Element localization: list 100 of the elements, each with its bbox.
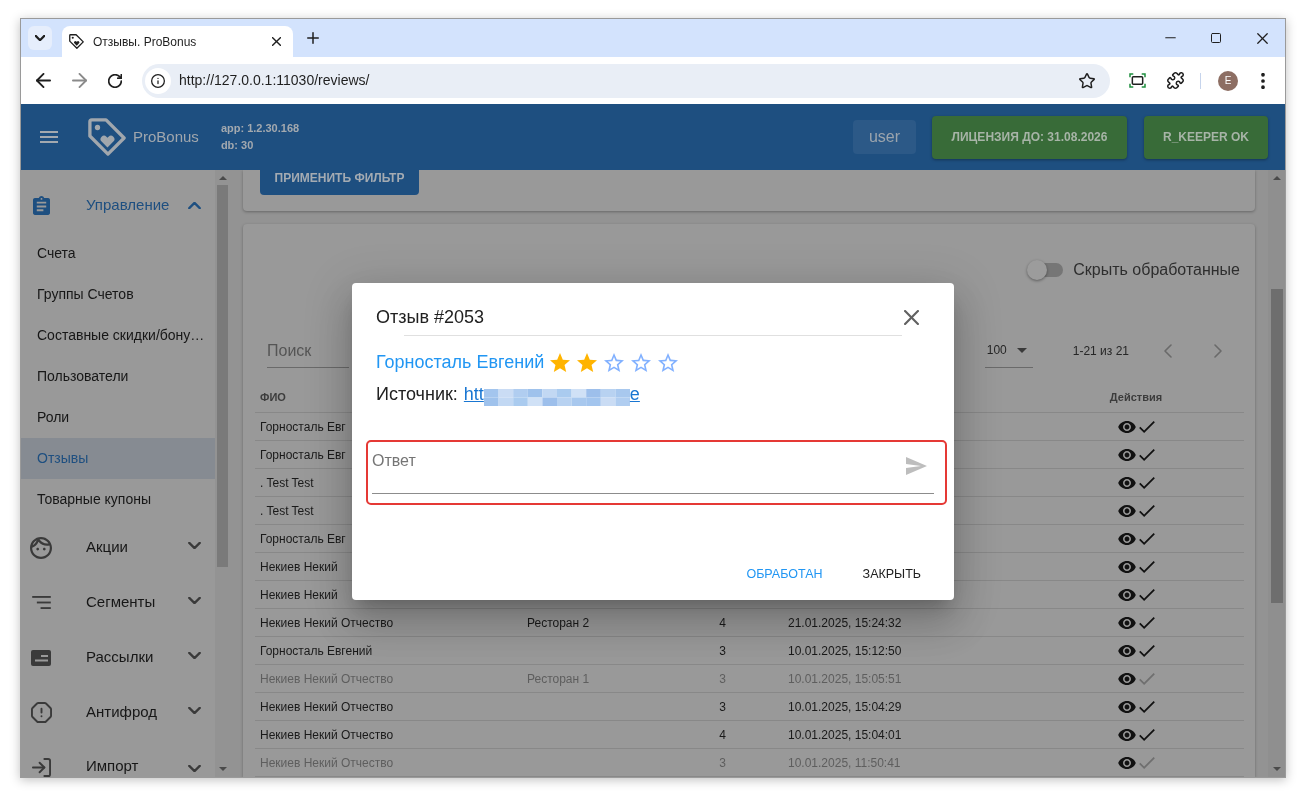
sidebar-item[interactable]: Роли bbox=[21, 397, 215, 438]
table-cell-text: Ресторан 1 bbox=[527, 670, 590, 688]
eye-icon[interactable] bbox=[1117, 700, 1136, 713]
bookmark-star-icon[interactable] bbox=[1079, 72, 1095, 89]
close-button[interactable]: ЗАКРЫТЬ bbox=[846, 556, 937, 592]
eye-icon[interactable] bbox=[1117, 532, 1136, 545]
menu-icon[interactable] bbox=[40, 131, 58, 143]
caret-down-icon bbox=[1016, 347, 1027, 353]
eye-icon[interactable] bbox=[1117, 560, 1136, 573]
sidebar-item[interactable]: Счета bbox=[21, 233, 215, 274]
eye-icon[interactable] bbox=[1117, 644, 1136, 657]
answer-field[interactable]: Ответ bbox=[372, 446, 934, 494]
maximize-icon[interactable] bbox=[1211, 33, 1221, 43]
tag-heart-icon bbox=[69, 34, 84, 49]
scroll-down-icon[interactable] bbox=[218, 767, 227, 771]
table-cell-text: . Test Test bbox=[260, 474, 314, 492]
puzzle-piece-icon[interactable] bbox=[1167, 72, 1184, 89]
sidebar-item[interactable]: Антифрод bbox=[21, 685, 215, 740]
minimize-icon[interactable] bbox=[1164, 37, 1176, 39]
star-icon bbox=[550, 352, 571, 372]
scroll-up-icon[interactable] bbox=[1272, 176, 1281, 180]
close-icon[interactable] bbox=[1256, 32, 1268, 44]
eye-icon[interactable] bbox=[1117, 756, 1136, 769]
table-cell-text: 3 bbox=[719, 698, 726, 716]
eye-icon[interactable] bbox=[1117, 616, 1136, 629]
reload-icon[interactable] bbox=[108, 73, 122, 88]
table-cell-text: 10.01.2025, 15:04:01 bbox=[788, 726, 902, 744]
table-cell-text: 10.01.2025, 15:12:50 bbox=[788, 642, 902, 660]
checkmark-icon[interactable] bbox=[1138, 616, 1155, 629]
chevron-down-icon bbox=[188, 596, 201, 604]
sidebar-item[interactable]: Сегменты bbox=[21, 575, 215, 630]
sidebar-item[interactable]: Товарные купоны bbox=[21, 479, 215, 520]
table-cell-text: Ресторан 2 bbox=[527, 614, 590, 632]
checkmark-icon[interactable] bbox=[1138, 756, 1155, 769]
checkmark-icon[interactable] bbox=[1138, 588, 1155, 601]
brand-name: ProBonus bbox=[133, 126, 199, 147]
table-cell-text: 3 bbox=[719, 670, 726, 688]
scroll-down-icon[interactable] bbox=[1272, 767, 1281, 771]
sidebar-item[interactable]: Рассылки bbox=[21, 630, 215, 685]
plus-icon[interactable] bbox=[307, 32, 319, 44]
sidebar-item[interactable]: Пользователи bbox=[21, 356, 215, 397]
profile-avatar[interactable]: E bbox=[1218, 70, 1238, 91]
info-icon[interactable] bbox=[145, 67, 171, 94]
table-cell-text: Горносталь Евг bbox=[260, 418, 346, 436]
dialog-title: Отзыв #2053 bbox=[376, 307, 485, 327]
sidebar-item[interactable]: Группы Счетов bbox=[21, 274, 215, 315]
eye-icon[interactable] bbox=[1117, 476, 1136, 489]
source-link[interactable]: htt e bbox=[463, 380, 640, 408]
address-bar[interactable]: http://127.0.0.1:11030/reviews/ bbox=[142, 63, 1110, 98]
table-cell-text: 10.01.2025, 11:50:41 bbox=[788, 754, 901, 772]
table-cell-text: 3 bbox=[719, 642, 726, 660]
checkmark-icon[interactable] bbox=[1138, 700, 1155, 713]
sidebar-item[interactable]: Составные скидки/бону… bbox=[21, 315, 215, 356]
column-header: ФИО bbox=[260, 389, 286, 405]
checkmark-icon[interactable] bbox=[1138, 728, 1155, 741]
checkmark-icon[interactable] bbox=[1138, 532, 1155, 545]
forward-arrow-icon[interactable] bbox=[72, 73, 87, 88]
table-cell-text: . Test Test bbox=[260, 502, 314, 520]
chevron-down-icon bbox=[188, 651, 201, 659]
more-menu-icon[interactable] bbox=[1261, 72, 1265, 89]
checkmark-icon[interactable] bbox=[1138, 560, 1155, 573]
chevron-down-icon bbox=[35, 35, 45, 41]
close-icon[interactable] bbox=[904, 309, 919, 325]
sidebar-item[interactable]: Акции bbox=[21, 520, 215, 575]
tab-search-button[interactable] bbox=[28, 26, 52, 50]
scrollbar-thumb[interactable] bbox=[217, 185, 228, 567]
checkmark-icon[interactable] bbox=[1138, 448, 1155, 461]
scrollbar-thumb[interactable] bbox=[1270, 289, 1283, 603]
apply-filter-button[interactable]: ПРИМЕНИТЬ ФИЛЬТР bbox=[260, 170, 419, 195]
checkmark-icon[interactable] bbox=[1138, 476, 1155, 489]
scroll-up-icon[interactable] bbox=[218, 176, 227, 180]
screenshot-frame-icon[interactable] bbox=[1129, 73, 1146, 88]
text-card-icon bbox=[31, 649, 51, 666]
browser-tab[interactable]: Отзывы. ProBonus bbox=[62, 26, 293, 57]
table-cell-text: 10.01.2025, 15:04:29 bbox=[788, 698, 902, 716]
table-cell-text: 21.01.2025, 15:24:32 bbox=[788, 614, 902, 632]
eye-icon[interactable] bbox=[1117, 420, 1136, 433]
table-cell-text: Некиев Некий Отчество bbox=[260, 670, 394, 688]
checkmark-icon[interactable] bbox=[1138, 672, 1155, 685]
db-version: db: 30 bbox=[220, 138, 255, 153]
table-cell-text: Горносталь Евг bbox=[260, 446, 346, 464]
table-cell-text: Некиев Некий bbox=[260, 558, 338, 576]
star-icon bbox=[658, 352, 679, 372]
column-header: Действия bbox=[1109, 389, 1163, 405]
checkmark-icon[interactable] bbox=[1138, 644, 1155, 657]
rows-per-page-select[interactable]: 100 bbox=[984, 333, 1033, 368]
chevron-down-icon bbox=[188, 706, 201, 714]
table-cell-text: Некиев Некий Отчество bbox=[260, 698, 394, 716]
table-cell-text: Некиев Некий Отчество bbox=[260, 614, 394, 632]
table-cell-text: 4 bbox=[719, 614, 726, 632]
eye-icon[interactable] bbox=[1117, 448, 1136, 461]
checkmark-icon[interactable] bbox=[1138, 504, 1155, 517]
eye-icon[interactable] bbox=[1117, 588, 1136, 601]
sidebar-item[interactable]: Импорт bbox=[21, 740, 215, 777]
eye-icon[interactable] bbox=[1117, 728, 1136, 741]
eye-icon[interactable] bbox=[1117, 504, 1136, 517]
eye-icon[interactable] bbox=[1117, 672, 1136, 685]
close-icon[interactable] bbox=[272, 37, 281, 46]
table-cell-text: 10.01.2025, 15:05:51 bbox=[788, 670, 902, 688]
checkmark-icon[interactable] bbox=[1138, 420, 1155, 433]
